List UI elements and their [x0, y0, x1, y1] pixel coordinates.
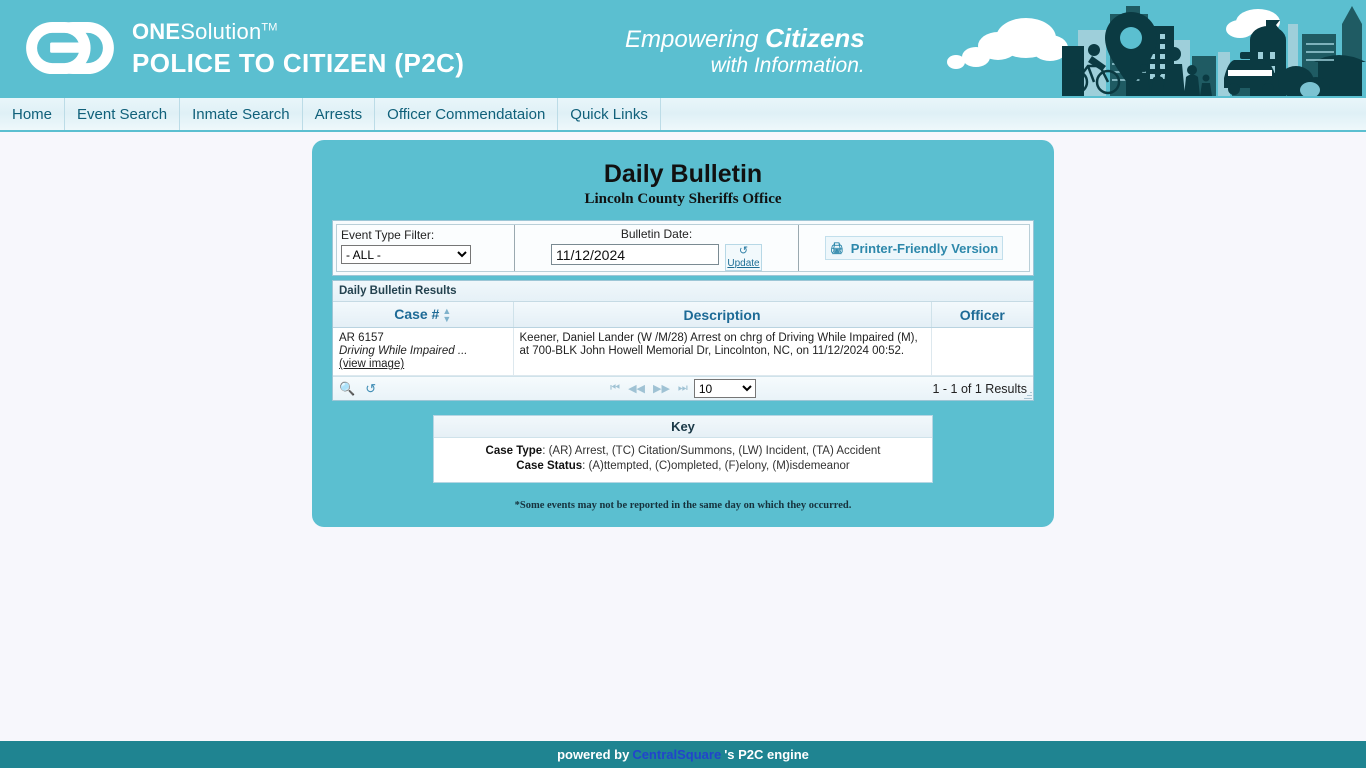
key-case-type: Case Type: (AR) Arrest, (TC) Citation/Su… — [444, 444, 922, 459]
refresh-icon[interactable]: ↺ — [365, 382, 376, 395]
cityscape-illustration — [947, 6, 1366, 96]
brand-one: ONE — [132, 18, 181, 44]
key-case-type-label: Case Type — [485, 445, 543, 458]
bulletin-date-cell: Bulletin Date: ↺ Update — [515, 225, 799, 271]
nav-item-quick-links[interactable]: Quick Links — [558, 98, 661, 130]
prev-page-icon[interactable]: ◀◀ — [628, 382, 645, 395]
column-header-case[interactable]: Case # ▲ ▼ — [333, 302, 514, 329]
key-case-type-value: : (AR) Arrest, (TC) Citation/Summons, (L… — [542, 445, 881, 458]
brand-logo[interactable]: ONESolutionTM POLICE TO CITIZEN (P2C) — [22, 14, 464, 82]
nav-item-arrests[interactable]: Arrests — [303, 98, 376, 130]
view-image-link[interactable]: (view image) — [339, 358, 507, 371]
nav-item-inmate-search[interactable]: Inmate Search — [180, 98, 303, 130]
grid-pager: 🔍 ↺ ⏮ ◀◀ ▶▶ ⏭ 10 1 - 1 of 1 Results — [333, 376, 1033, 401]
site-footer: powered by CentralSquare 's P2C engine — [0, 741, 1366, 768]
tagline-empowering: Empowering — [625, 26, 766, 53]
footer-prefix: powered by — [557, 747, 630, 762]
key-body: Case Type: (AR) Arrest, (TC) Citation/Su… — [434, 438, 932, 482]
centralsquare-link[interactable]: CentralSquare — [632, 747, 721, 762]
cell-description: Keener, Daniel Lander (W /M/28) Arrest o… — [513, 327, 932, 377]
bulletin-date-label: Bulletin Date: — [620, 227, 693, 241]
nav-item-event-search[interactable]: Event Search — [65, 98, 181, 130]
printer-icon: 🖨 — [829, 242, 844, 255]
key-case-status: Case Status: (A)ttempted, (C)ompleted, (… — [444, 459, 922, 474]
cell-case: AR 6157 Driving While Impaired ... (view… — [333, 327, 514, 377]
daily-bulletin-panel: Daily Bulletin Lincoln County Sheriffs O… — [312, 140, 1054, 528]
cell-officer — [931, 327, 1033, 377]
update-button[interactable]: ↺ Update — [725, 244, 762, 271]
footer-suffix: 's P2C engine — [724, 747, 809, 762]
printer-friendly-cell: 🖨 Printer-Friendly Version — [799, 225, 1029, 271]
bulletin-date-input[interactable] — [551, 244, 719, 265]
printer-friendly-button[interactable]: 🖨 Printer-Friendly Version — [825, 236, 1003, 260]
key-case-status-value: : (A)ttempted, (C)ompleted, (F)elony, (M… — [582, 460, 850, 473]
brand-line-two: POLICE TO CITIZEN (P2C) — [132, 47, 465, 78]
sort-asc-icon: ▲ ▼ — [442, 306, 452, 325]
page-body: Daily Bulletin Lincoln County Sheriffs O… — [0, 140, 1366, 528]
grid-caption: Daily Bulletin Results — [333, 281, 1033, 302]
pager-tools: 🔍 ↺ — [339, 382, 376, 395]
trademark-symbol: TM — [261, 21, 278, 34]
key-title: Key — [434, 416, 932, 439]
magnifier-icon[interactable]: 🔍 — [339, 382, 355, 395]
page-title: Daily Bulletin — [603, 160, 763, 188]
brand-solution: Solution — [180, 18, 262, 44]
brand-wordmark: ONESolutionTM POLICE TO CITIZEN (P2C) — [132, 18, 465, 78]
event-type-filter-cell: Event Type Filter: - ALL - — [337, 225, 515, 271]
map-pin-hole — [1120, 27, 1142, 49]
agency-name: Lincoln County Sheriffs Office — [584, 191, 782, 207]
filter-toolbar: Event Type Filter: - ALL - Bulletin Date… — [332, 220, 1034, 276]
nav-item-officer-commendation[interactable]: Officer Commendataion — [375, 98, 559, 130]
key-legend: Key Case Type: (AR) Arrest, (TC) Citatio… — [433, 415, 933, 484]
nav-item-home[interactable]: Home — [0, 98, 66, 130]
pager-arrows: ⏮ ◀◀ ▶▶ ⏭ — [610, 382, 688, 395]
last-page-icon[interactable]: ⏭ — [678, 382, 688, 395]
printer-friendly-label: Printer-Friendly Version — [850, 240, 999, 256]
main-navigation: Home Event Search Inmate Search Arrests … — [0, 96, 1366, 132]
site-header-banner: ONESolutionTM POLICE TO CITIZEN (P2C) Em… — [0, 0, 1366, 96]
first-page-icon[interactable]: ⏮ — [610, 382, 620, 395]
bulletin-date-line: ↺ Update — [515, 244, 798, 271]
key-case-status-label: Case Status — [516, 460, 583, 473]
filter-row: Event Type Filter: - ALL - Bulletin Date… — [336, 224, 1030, 272]
results-count: 1 - 1 of 1 Results — [932, 381, 1028, 396]
bulletin-table: Case # ▲ ▼ Description Officer AR 6157 Dri… — [333, 302, 1033, 377]
event-type-label: Event Type Filter: — [341, 228, 435, 242]
table-row[interactable]: AR 6157 Driving While Impaired ... (view… — [333, 327, 1033, 377]
column-header-case-label: Case # — [394, 306, 440, 322]
chain-link-logo-icon — [26, 21, 114, 75]
page-size-select[interactable]: 10 — [693, 379, 756, 399]
column-header-officer[interactable]: Officer — [931, 302, 1033, 329]
update-button-label: Update — [727, 258, 760, 269]
case-charge: Driving While Impaired ... — [339, 345, 468, 358]
results-grid: Daily Bulletin Results Case # ▲ ▼ Descript… — [332, 280, 1034, 402]
table-header-row: Case # ▲ ▼ Description Officer — [333, 302, 1033, 329]
brand-line-one: ONESolutionTM — [132, 18, 464, 44]
column-header-description[interactable]: Description — [513, 302, 932, 329]
page-footnote: *Some events may not be reported in the … — [514, 500, 852, 512]
event-type-select[interactable]: - ALL - — [341, 245, 471, 264]
pager-controls: ⏮ ◀◀ ▶▶ ⏭ 10 — [333, 379, 1033, 399]
next-page-icon[interactable]: ▶▶ — [653, 382, 670, 395]
case-number: AR 6157 — [339, 332, 384, 345]
